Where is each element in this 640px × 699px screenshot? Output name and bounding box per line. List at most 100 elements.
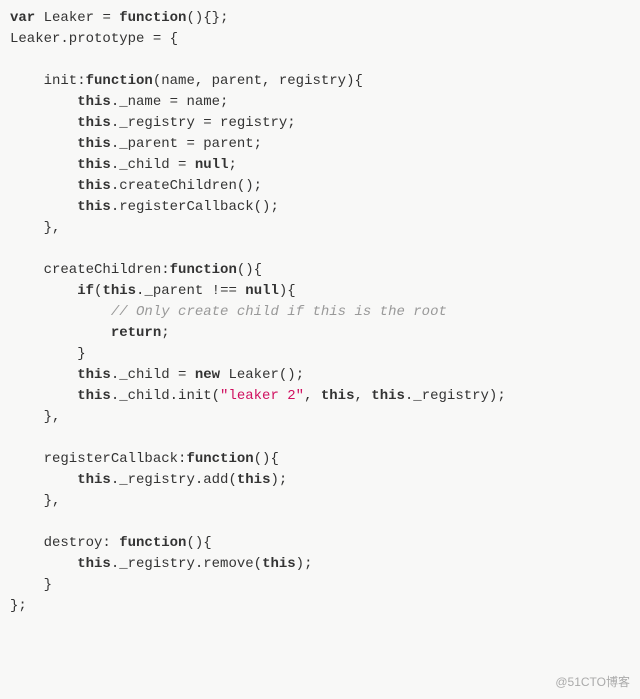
code-line: } bbox=[10, 344, 632, 365]
code-token-null: null bbox=[195, 157, 229, 173]
code-line: if(this._parent !== null){ bbox=[10, 281, 632, 302]
code-line: this.registerCallback(); bbox=[10, 197, 632, 218]
code-token-punc bbox=[10, 115, 77, 131]
code-line bbox=[10, 50, 632, 71]
code-line: var Leaker = function(){}; bbox=[10, 8, 632, 29]
code-token-punc: (){ bbox=[186, 535, 211, 551]
code-token-punc bbox=[186, 367, 194, 383]
code-token-kw: this bbox=[237, 472, 271, 488]
code-token-punc: ._child.init( bbox=[111, 388, 220, 404]
code-token-punc: .registerCallback(); bbox=[111, 199, 279, 215]
code-line: this._registry.remove(this); bbox=[10, 554, 632, 575]
code-token-kw: this bbox=[102, 283, 136, 299]
code-token-punc bbox=[10, 94, 77, 110]
code-line: init:function(name, parent, registry){ bbox=[10, 71, 632, 92]
code-token-kw: var bbox=[10, 10, 35, 26]
code-line: this._registry = registry; bbox=[10, 113, 632, 134]
code-token-punc: }, bbox=[10, 409, 60, 425]
code-token-punc: ){ bbox=[279, 283, 296, 299]
code-block: var Leaker = function(){};Leaker.prototy… bbox=[0, 0, 640, 625]
code-token-punc: } bbox=[10, 346, 86, 362]
code-line: }, bbox=[10, 491, 632, 512]
code-token-punc: Leaker bbox=[35, 10, 102, 26]
code-token-cmt: // Only create child if this is the root bbox=[111, 304, 447, 320]
code-token-punc: registerCallback: bbox=[10, 451, 186, 467]
code-token-kw: this bbox=[77, 472, 111, 488]
code-token-punc: (){}; bbox=[186, 10, 228, 26]
code-line: return; bbox=[10, 323, 632, 344]
code-line: this._registry.add(this); bbox=[10, 470, 632, 491]
code-token-punc bbox=[10, 556, 77, 572]
code-token-punc: name; bbox=[178, 94, 228, 110]
code-token-punc: init: bbox=[10, 73, 86, 89]
code-line: this._name = name; bbox=[10, 92, 632, 113]
code-line: this._child = null; bbox=[10, 155, 632, 176]
code-line: this._child = new Leaker(); bbox=[10, 365, 632, 386]
code-token-punc: Leaker(); bbox=[220, 367, 304, 383]
code-token-str: "leaker 2" bbox=[220, 388, 304, 404]
code-line: this.createChildren(); bbox=[10, 176, 632, 197]
code-line: destroy: function(){ bbox=[10, 533, 632, 554]
code-line: registerCallback:function(){ bbox=[10, 449, 632, 470]
code-token-kw: this bbox=[77, 388, 111, 404]
code-line: }, bbox=[10, 218, 632, 239]
code-token-op: !== bbox=[212, 283, 237, 299]
code-token-op: = bbox=[186, 136, 194, 152]
code-token-punc: ._parent bbox=[111, 136, 187, 152]
code-token-op: = bbox=[203, 115, 211, 131]
code-line bbox=[10, 512, 632, 533]
code-token-punc: ._name bbox=[111, 94, 170, 110]
code-token-kw: this bbox=[371, 388, 405, 404]
code-token-punc: }, bbox=[10, 493, 60, 509]
code-token-punc: ._registry.remove( bbox=[111, 556, 262, 572]
code-line: this._child.init("leaker 2", this, this.… bbox=[10, 386, 632, 407]
code-line: } bbox=[10, 575, 632, 596]
code-token-punc: .createChildren(); bbox=[111, 178, 262, 194]
code-token-punc: registry; bbox=[212, 115, 296, 131]
code-token-punc: , bbox=[304, 388, 321, 404]
code-token-kw: this bbox=[77, 115, 111, 131]
code-token-kw: return bbox=[111, 325, 161, 341]
code-line: // Only create child if this is the root bbox=[10, 302, 632, 323]
code-token-kw: this bbox=[77, 157, 111, 173]
code-token-punc bbox=[186, 157, 194, 173]
code-token-kw: this bbox=[77, 94, 111, 110]
code-line bbox=[10, 428, 632, 449]
code-token-kw: this bbox=[77, 367, 111, 383]
code-line: this._parent = parent; bbox=[10, 134, 632, 155]
code-token-punc bbox=[10, 178, 77, 194]
code-token-punc: createChildren: bbox=[10, 262, 170, 278]
code-token-op: = bbox=[102, 10, 110, 26]
code-token-punc: ._child bbox=[111, 157, 178, 173]
code-token-punc bbox=[10, 136, 77, 152]
code-token-punc: ._parent bbox=[136, 283, 212, 299]
code-token-punc bbox=[10, 388, 77, 404]
code-token-kw: if bbox=[77, 283, 94, 299]
code-token-op: = bbox=[153, 31, 161, 47]
code-token-kw: function bbox=[86, 73, 153, 89]
code-token-kw: new bbox=[195, 367, 220, 383]
code-token-punc bbox=[10, 472, 77, 488]
code-token-kw: function bbox=[186, 451, 253, 467]
code-token-kw: function bbox=[119, 10, 186, 26]
code-line: }; bbox=[10, 596, 632, 617]
code-token-punc: destroy: bbox=[10, 535, 119, 551]
code-token-punc: parent; bbox=[195, 136, 262, 152]
code-line: Leaker.prototype = { bbox=[10, 29, 632, 50]
code-token-punc bbox=[10, 199, 77, 215]
code-token-punc: , bbox=[354, 388, 371, 404]
code-token-punc: ); bbox=[296, 556, 313, 572]
code-token-punc: ); bbox=[270, 472, 287, 488]
code-line bbox=[10, 239, 632, 260]
code-token-punc: } bbox=[10, 577, 52, 593]
code-token-punc bbox=[10, 367, 77, 383]
code-token-punc bbox=[10, 157, 77, 173]
code-token-kw: this bbox=[77, 136, 111, 152]
code-token-kw: this bbox=[77, 178, 111, 194]
code-token-punc: (name, parent, registry){ bbox=[153, 73, 363, 89]
code-token-punc: ; bbox=[228, 157, 236, 173]
code-token-punc: ._registry bbox=[111, 115, 203, 131]
code-token-punc bbox=[10, 304, 111, 320]
code-token-kw: this bbox=[321, 388, 355, 404]
code-token-null: null bbox=[245, 283, 279, 299]
